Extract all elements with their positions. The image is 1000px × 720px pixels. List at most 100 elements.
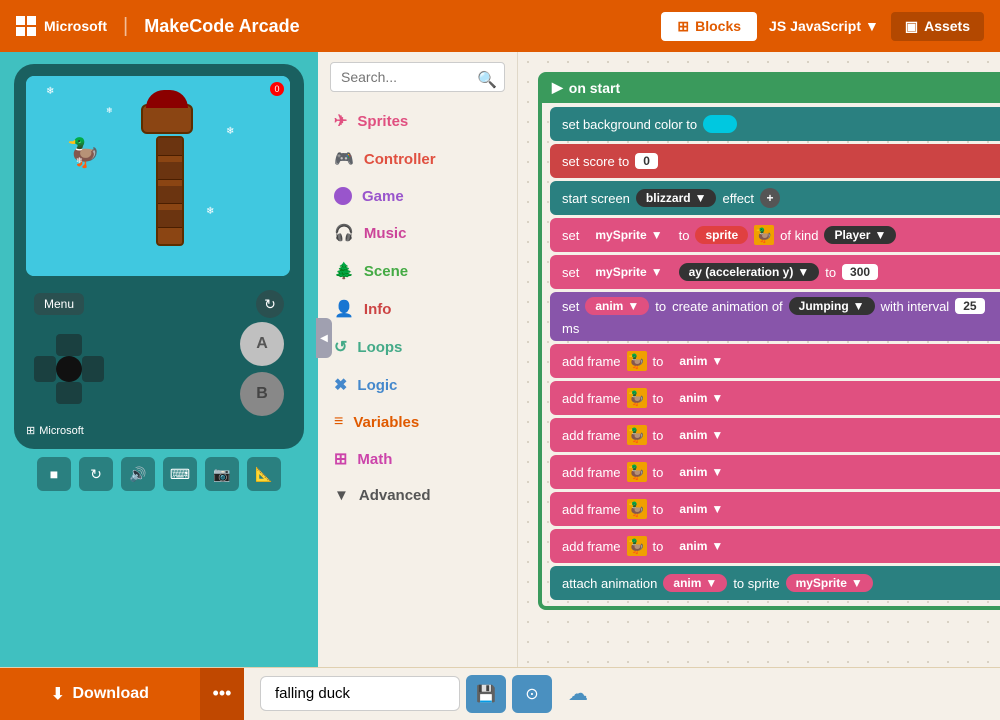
- attach-anim-var[interactable]: anim ▼: [663, 574, 727, 592]
- block-set-bg-color[interactable]: set background color to: [550, 107, 1000, 141]
- github-button[interactable]: ⊙: [512, 675, 552, 713]
- blizzard-label: blizzard: [646, 191, 691, 205]
- category-logic[interactable]: ✖ Logic: [318, 366, 517, 404]
- ms-text: Microsoft: [44, 18, 107, 34]
- category-loops[interactable]: ↺ Loops: [318, 328, 517, 366]
- blocks-area[interactable]: ▶ on start set background color to set s…: [518, 52, 1000, 667]
- anim-ref-4[interactable]: anim▼: [669, 463, 733, 481]
- tab-blocks[interactable]: ⊞ Blocks: [661, 12, 757, 41]
- add-frame-3[interactable]: add frame 🦆 to anim▼: [550, 418, 1000, 452]
- ms-label: ms: [562, 321, 579, 336]
- block-create-anim[interactable]: set anim ▼ to create animation of Jumpin…: [550, 292, 1000, 341]
- block-set-score-label: set score to: [562, 154, 629, 169]
- ay-value[interactable]: 300: [842, 264, 878, 280]
- category-music[interactable]: 🎧 Music: [318, 214, 517, 252]
- chevron-icon4: ▼: [651, 265, 663, 279]
- collapse-panel-button[interactable]: ◀: [316, 318, 332, 358]
- add-frame-4[interactable]: add frame 🦆 to anim▼: [550, 455, 1000, 489]
- sprite-type[interactable]: sprite: [695, 226, 748, 244]
- block-attach-anim[interactable]: attach animation anim ▼ to sprite mySpri…: [550, 566, 1000, 600]
- project-name-input[interactable]: [260, 676, 460, 711]
- b-button[interactable]: B: [240, 372, 284, 416]
- frame-img-4[interactable]: 🦆: [627, 462, 647, 482]
- chevron-icon: ▼: [695, 191, 707, 205]
- game-background: 0 🦆 ❄ ❄ ❄: [26, 76, 290, 276]
- category-sprites[interactable]: ✈ Sprites: [318, 102, 517, 140]
- controller-label: Controller: [364, 151, 436, 168]
- stop-button[interactable]: ■: [37, 457, 71, 491]
- chevron-down-icon: ▼: [334, 487, 349, 504]
- scene-icon: 🌲: [334, 261, 354, 281]
- dpad-left[interactable]: [34, 356, 56, 382]
- add-frame-5[interactable]: add frame 🦆 to anim▼: [550, 492, 1000, 526]
- advanced-section[interactable]: ▼ Advanced: [318, 478, 517, 513]
- frame-img-2[interactable]: 🦆: [627, 388, 647, 408]
- cloud-button[interactable]: ☁: [558, 675, 598, 713]
- frame-img-3[interactable]: 🦆: [627, 425, 647, 445]
- color-picker-toggle[interactable]: [703, 115, 737, 133]
- block-set-score[interactable]: set score to 0: [550, 144, 1000, 178]
- jumping-dropdown[interactable]: Jumping ▼: [789, 297, 875, 315]
- tab-javascript[interactable]: JS JavaScript ▼: [761, 12, 887, 41]
- refresh-button[interactable]: ↻: [256, 290, 284, 318]
- dpad-down[interactable]: [56, 382, 82, 404]
- ay-dropdown[interactable]: ay (acceleration y) ▼: [679, 263, 820, 281]
- screenshot-button[interactable]: 📷: [205, 457, 239, 491]
- blizzard-dropdown[interactable]: blizzard ▼: [636, 189, 717, 207]
- category-game[interactable]: Game: [318, 178, 517, 214]
- loops-icon: ↺: [334, 337, 347, 357]
- more-options-button[interactable]: •••: [200, 668, 244, 720]
- mysprite-var[interactable]: mySprite ▼: [585, 226, 672, 244]
- debug-button[interactable]: 📐: [247, 457, 281, 491]
- download-icon: ⬇: [51, 684, 64, 704]
- logic-icon: ✖: [334, 375, 347, 395]
- frame-img-5[interactable]: 🦆: [627, 499, 647, 519]
- score-value[interactable]: 0: [635, 153, 658, 169]
- anim-ref-1[interactable]: anim▼: [669, 352, 733, 370]
- frame-img-1[interactable]: 🦆: [627, 351, 647, 371]
- keyboard-button[interactable]: ⌨: [163, 457, 197, 491]
- interval-value[interactable]: 25: [955, 298, 984, 314]
- a-button[interactable]: A: [240, 322, 284, 366]
- menu-button[interactable]: Menu: [34, 293, 84, 315]
- anim-ref-5[interactable]: anim▼: [669, 500, 733, 518]
- download-button[interactable]: ⬇ Download: [0, 668, 200, 720]
- to-label-3: to: [655, 299, 666, 314]
- music-label: Music: [364, 225, 407, 242]
- category-controller[interactable]: 🎮 Controller: [318, 140, 517, 178]
- add-frame-1[interactable]: add frame 🦆 to anim▼: [550, 344, 1000, 378]
- game-icon: [334, 187, 352, 205]
- category-scene[interactable]: 🌲 Scene: [318, 252, 517, 290]
- anim-ref-3[interactable]: anim▼: [669, 426, 733, 444]
- to-label-f4: to: [653, 465, 664, 480]
- sprites-icon: ✈: [334, 111, 347, 131]
- block-start-screen[interactable]: start screen blizzard ▼ effect +: [550, 181, 1000, 215]
- restart-button[interactable]: ↻: [79, 457, 113, 491]
- attach-sprite-var[interactable]: mySprite ▼: [786, 574, 873, 592]
- block-set-ay[interactable]: set mySprite ▼ ay (acceleration y) ▼ to …: [550, 255, 1000, 289]
- add-frame-6[interactable]: add frame 🦆 to anim▼: [550, 529, 1000, 563]
- anim-ref-2[interactable]: anim▼: [669, 389, 733, 407]
- sprite-image[interactable]: 🦆: [754, 225, 774, 245]
- mute-button[interactable]: 🔊: [121, 457, 155, 491]
- category-variables[interactable]: ≡ Variables: [318, 404, 517, 440]
- category-math[interactable]: ⊞ Math: [318, 440, 517, 478]
- set-label-2: set: [562, 265, 579, 280]
- player-dropdown[interactable]: Player ▼: [824, 226, 896, 244]
- tab-assets[interactable]: ▣ Assets: [891, 12, 984, 41]
- anim-var[interactable]: anim ▼: [585, 297, 649, 315]
- add-effect-button[interactable]: +: [760, 188, 780, 208]
- on-start-header[interactable]: ▶ on start: [538, 72, 1000, 103]
- dpad-right[interactable]: [82, 356, 104, 382]
- add-frame-2[interactable]: add frame 🦆 to anim▼: [550, 381, 1000, 415]
- category-info[interactable]: 👤 Info: [318, 290, 517, 328]
- dpad-up[interactable]: [56, 334, 82, 356]
- anim-ref-6[interactable]: anim▼: [669, 537, 733, 555]
- mysprite-var2[interactable]: mySprite ▼: [585, 263, 672, 281]
- save-button[interactable]: 💾: [466, 675, 506, 713]
- block-set-sprite[interactable]: set mySprite ▼ to sprite 🦆 of kind Playe…: [550, 218, 1000, 252]
- on-start-icon: ▶: [552, 79, 563, 96]
- dpad-center: [56, 356, 82, 382]
- frame-img-6[interactable]: 🦆: [627, 536, 647, 556]
- header: Microsoft | MakeCode Arcade ⊞ Blocks JS …: [0, 0, 1000, 52]
